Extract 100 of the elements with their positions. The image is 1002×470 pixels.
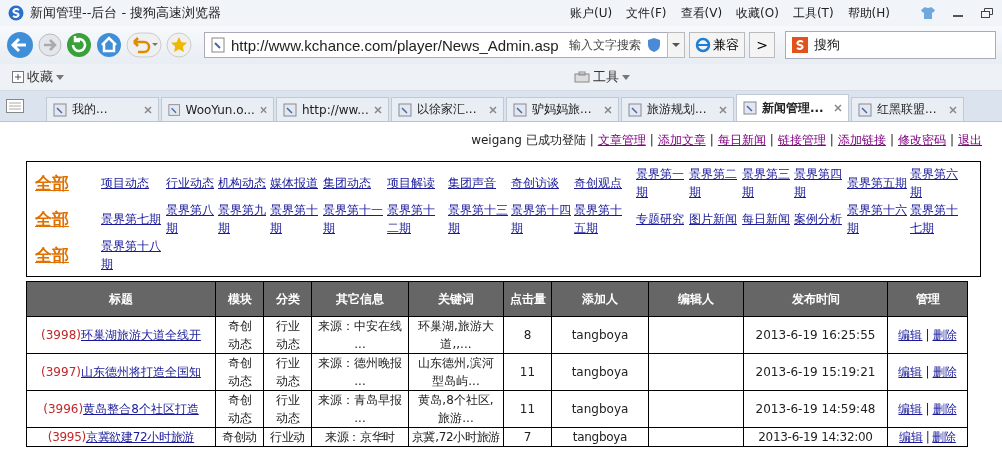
page-icon <box>398 102 412 117</box>
category-link[interactable]: 奇创访谈 <box>511 174 574 192</box>
column-header: 关键词 <box>408 281 504 317</box>
category-link[interactable]: 景界第十一期 <box>323 201 387 237</box>
category-link[interactable]: 项目解读 <box>387 174 448 192</box>
close-icon[interactable] <box>374 105 382 114</box>
browser-tab[interactable]: http://ww... <box>276 97 389 121</box>
tools-button[interactable]: 工具 <box>574 68 630 86</box>
nav-link[interactable]: 修改密码 <box>897 131 946 149</box>
back-icon[interactable] <box>6 31 34 59</box>
category-link[interactable]: 景界第五期 <box>847 174 910 192</box>
category-link[interactable]: 每日新闻 <box>742 210 794 228</box>
category-link[interactable]: 景界第一期 <box>636 165 689 201</box>
article-title-link[interactable]: 京冀欲建72小时旅游 <box>85 430 195 444</box>
nav-link[interactable]: 添加链接 <box>837 131 886 149</box>
address-field[interactable]: http://www.kchance.com/player/News_Admin.asp 输入文字搜索 <box>204 32 668 58</box>
table-cell: tangboya <box>551 390 649 428</box>
page-icon <box>211 37 225 53</box>
nav-link[interactable]: 链接管理 <box>777 131 826 149</box>
browser-tab[interactable]: 驴妈妈旅... <box>506 97 619 121</box>
close-icon[interactable] <box>719 105 727 114</box>
article-title-link[interactable]: 环巢湖旅游大道全线开 <box>80 328 201 342</box>
home-icon[interactable] <box>96 32 122 58</box>
category-link[interactable]: 景界第十四期 <box>511 201 574 237</box>
close-icon[interactable] <box>834 104 842 112</box>
category-link[interactable]: 景界第九期 <box>218 201 270 237</box>
category-link[interactable]: 景界第二期 <box>689 165 742 201</box>
menu-item[interactable]: 查看(V) <box>680 4 723 22</box>
article-title-link[interactable]: 黄岛整合8个社区打造 <box>83 402 199 416</box>
caret-icon <box>622 74 630 80</box>
close-icon[interactable] <box>489 105 497 114</box>
category-link[interactable]: 景界第六期 <box>910 165 971 201</box>
delete-link[interactable]: 删除 <box>932 365 957 379</box>
category-link[interactable]: 景界第十期 <box>270 201 323 237</box>
nav-link[interactable]: 添加文章 <box>657 131 706 149</box>
separator-text: | <box>589 133 594 147</box>
dropdown-icon[interactable] <box>667 32 685 58</box>
edit-link[interactable]: 编辑 <box>898 328 923 342</box>
category-link[interactable]: 景界第十三期 <box>448 201 511 237</box>
browser-tab[interactable]: 红黑联盟... <box>851 97 964 121</box>
favorites-button[interactable]: 收藏 <box>12 68 64 86</box>
delete-link[interactable]: 删除 <box>932 430 956 444</box>
menu-item[interactable]: 文件(F) <box>626 4 667 22</box>
menu-item[interactable]: 账户(U) <box>570 4 613 22</box>
undo-icon[interactable] <box>126 32 162 58</box>
category-link[interactable]: 景界第十八期 <box>101 237 166 273</box>
category-link[interactable]: 奇创观点 <box>574 174 636 192</box>
category-link[interactable]: 媒体报道 <box>270 174 323 192</box>
refresh-icon[interactable] <box>66 32 92 58</box>
go-button[interactable]: > <box>749 32 775 58</box>
close-icon[interactable] <box>949 105 957 114</box>
edit-link[interactable]: 编辑 <box>898 402 923 416</box>
category-link[interactable]: 景界第七期 <box>101 210 166 228</box>
shirt-icon[interactable] <box>920 6 936 20</box>
delete-link[interactable]: 删除 <box>932 328 957 342</box>
compat-button[interactable]: 兼容 <box>689 32 745 58</box>
category-link[interactable]: 图片新闻 <box>689 210 742 228</box>
category-link[interactable]: 景界第十六期 <box>847 201 910 237</box>
browser-tab[interactable]: 我的... <box>46 97 159 121</box>
table-cell: 7 <box>503 427 552 447</box>
category-link[interactable]: 景界第四期 <box>794 165 847 201</box>
menu-item[interactable]: 工具(T) <box>792 4 834 22</box>
category-link[interactable]: 景界第十七期 <box>910 201 971 237</box>
close-icon[interactable] <box>259 105 267 114</box>
forward-icon[interactable] <box>38 33 62 57</box>
close-icon[interactable] <box>604 105 612 114</box>
menu-item[interactable]: 收藏(O) <box>736 4 779 22</box>
category-link[interactable]: 机构动态 <box>218 174 270 192</box>
article-title-link[interactable]: 山东德州将打造全国知 <box>80 365 201 379</box>
edit-link[interactable]: 编辑 <box>898 365 923 379</box>
edit-link[interactable]: 编辑 <box>899 430 923 444</box>
search-field[interactable]: 搜狗 <box>785 31 996 59</box>
category-link[interactable]: 景界第三期 <box>742 165 794 201</box>
nav-link[interactable]: 退出 <box>958 131 982 149</box>
nav-link[interactable]: 文章管理 <box>597 131 646 149</box>
menu-item[interactable]: 帮助(H) <box>847 4 890 22</box>
category-link[interactable]: 案例分析 <box>794 210 847 228</box>
delete-link[interactable]: 删除 <box>932 402 957 416</box>
restore-icon[interactable] <box>980 7 994 19</box>
category-link[interactable]: 景界第八期 <box>166 201 218 237</box>
table-cell: 11 <box>503 353 552 391</box>
category-link[interactable]: 景界第十五期 <box>574 201 636 237</box>
column-header: 模块 <box>215 281 264 317</box>
category-link[interactable]: 行业动态 <box>166 174 218 192</box>
tab-list-icon[interactable] <box>6 99 24 113</box>
browser-tab[interactable]: 以徐家汇... <box>391 97 504 121</box>
category-link[interactable]: 项目动态 <box>101 174 166 192</box>
separator-text: | <box>925 328 930 342</box>
category-link[interactable]: 专题研究 <box>636 210 689 228</box>
close-icon[interactable] <box>144 105 152 114</box>
browser-tab[interactable]: 旅游规划... <box>621 97 734 121</box>
page-icon <box>53 102 67 117</box>
column-header: 编辑人 <box>648 281 744 317</box>
category-link[interactable]: 集团动态 <box>323 174 387 192</box>
nav-link[interactable]: 每日新闻 <box>717 131 766 149</box>
page-icon <box>743 101 757 115</box>
browser-tab[interactable]: WooYun.o... <box>161 97 274 121</box>
category-link[interactable]: 集团声音 <box>448 174 511 192</box>
browser-tab[interactable]: 新闻管理... <box>736 94 849 121</box>
category-link[interactable]: 景界第十二期 <box>387 201 448 237</box>
